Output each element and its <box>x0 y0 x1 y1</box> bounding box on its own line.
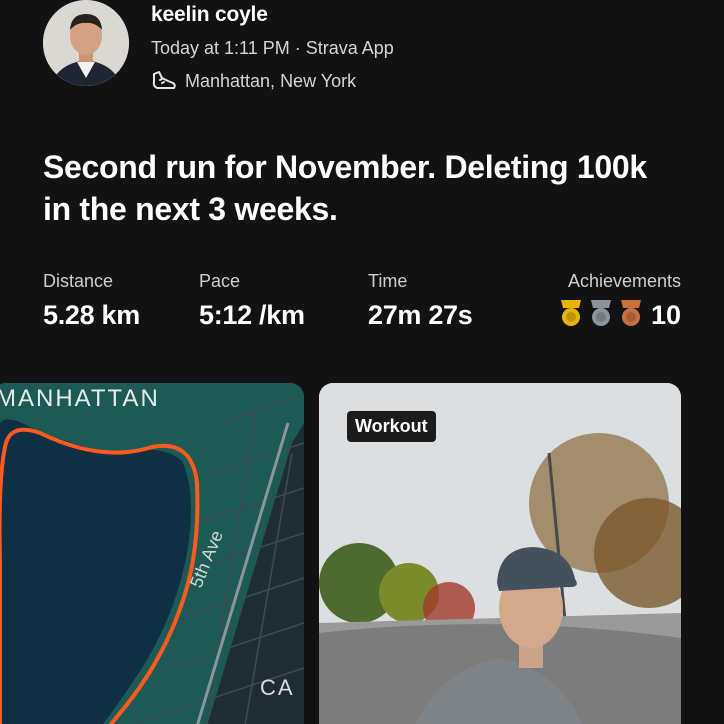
stat-value: 5.28 km <box>43 300 140 330</box>
stat-label: Time <box>368 271 408 291</box>
avatar[interactable] <box>43 0 129 86</box>
stat-label: Achievements <box>567 271 681 291</box>
gold-medal-icon <box>557 298 585 333</box>
stat-achievements[interactable]: Achievements 10 <box>557 271 681 333</box>
map-area-label: MANHATTAN <box>0 385 160 412</box>
route-map[interactable]: MANHATTAN 5th Ave CA <box>0 383 304 724</box>
map-partial-label: CA <box>260 675 295 700</box>
workout-photo[interactable]: Workout <box>319 383 681 724</box>
activity-title[interactable]: Second run for November. Deleting 100k i… <box>43 146 663 230</box>
post-meta: Today at 1:11 PM · Strava App <box>151 38 394 58</box>
stat-label: Pace <box>199 271 241 291</box>
stat-pace: Pace 5:12 /km <box>199 271 305 331</box>
photo-tag: Workout <box>347 411 436 442</box>
stat-label: Distance <box>43 271 114 291</box>
location-row: Manhattan, New York <box>151 70 356 92</box>
stat-distance: Distance 5.28 km <box>43 271 140 331</box>
profile-photo <box>43 0 129 86</box>
bronze-medal-icon <box>617 298 645 333</box>
location-text: Manhattan, New York <box>185 70 357 91</box>
shoe-icon <box>151 70 177 92</box>
stat-value: 27m 27s <box>368 300 473 330</box>
stat-value: 5:12 /km <box>199 300 305 330</box>
author-name[interactable]: keelin coyle <box>151 3 268 27</box>
silver-medal-icon <box>587 298 615 333</box>
stat-time: Time 27m 27s <box>368 271 473 331</box>
achievement-count: 10 <box>650 300 681 330</box>
